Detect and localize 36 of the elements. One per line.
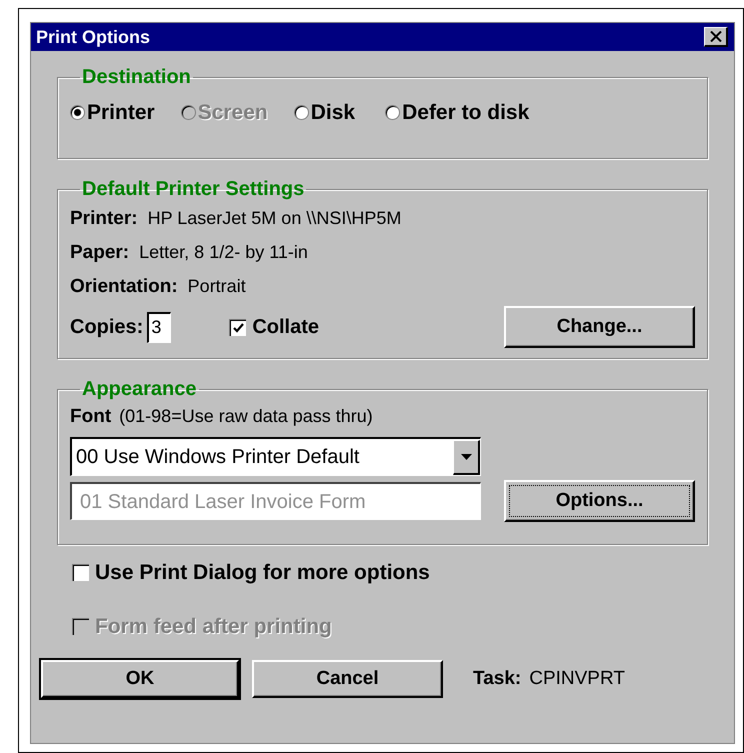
dropdown-arrow-button[interactable] xyxy=(453,440,480,474)
dialog-button[interactable]: OK xyxy=(41,660,239,698)
group-label: Default Printer Settings xyxy=(81,177,306,201)
check-icon xyxy=(232,322,244,332)
option-checkbox[interactable]: Use Print Dialog for more options xyxy=(72,557,708,588)
group-label: Appearance xyxy=(81,377,198,401)
field-value: Portrait xyxy=(188,275,246,298)
field-label: Copies: xyxy=(70,315,144,340)
change-button[interactable]: Change... xyxy=(504,306,695,348)
checkbox[interactable] xyxy=(229,318,246,336)
checkbox[interactable] xyxy=(72,564,89,582)
caret-icon xyxy=(460,454,472,460)
radio-button[interactable] xyxy=(385,105,400,120)
copies-field[interactable]: 3 xyxy=(147,312,172,342)
hint-text: (01-98=Use raw data pass thru) xyxy=(119,405,373,428)
task-value: CPINVPRT xyxy=(529,666,625,691)
field-label: Orientation: xyxy=(70,275,178,299)
radio-option[interactable]: Defer to disk xyxy=(385,97,530,128)
field-label: Printer: xyxy=(70,207,138,231)
task-label: Task: xyxy=(473,666,522,691)
collate-checkbox[interactable]: Collate xyxy=(229,312,320,342)
dialog-button[interactable]: Cancel xyxy=(252,660,443,698)
close-icon xyxy=(710,31,722,42)
radio-option[interactable]: Printer xyxy=(70,97,155,128)
window-title: Print Options xyxy=(36,26,150,49)
radio-button[interactable] xyxy=(70,105,85,120)
font-dropdown[interactable]: 00 Use Windows Printer Default xyxy=(70,437,481,476)
options-button[interactable]: Options... xyxy=(504,480,695,522)
field-label: Paper: xyxy=(70,241,130,265)
field-value: HP LaserJet 5M on \\NSI\HP5M xyxy=(148,207,402,230)
radio-button[interactable] xyxy=(294,105,309,120)
radio-option[interactable]: Disk xyxy=(294,97,356,128)
close-button[interactable] xyxy=(704,27,728,47)
group-label: Destination xyxy=(81,65,192,89)
field-value: Letter, 8 1/2- by 11-in xyxy=(139,241,308,264)
field-label: Font xyxy=(70,405,112,429)
